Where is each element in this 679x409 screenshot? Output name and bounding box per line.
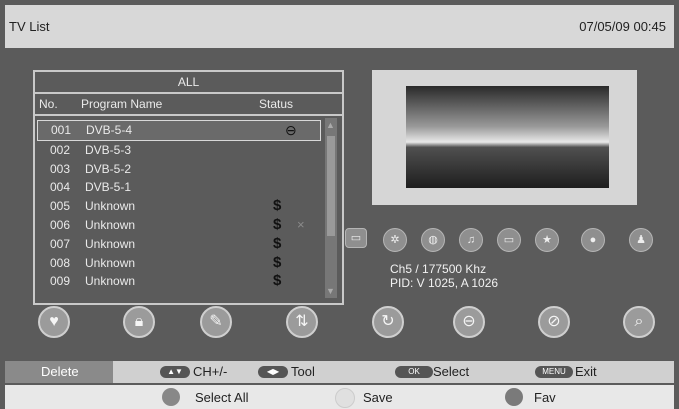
item-name: Unknown xyxy=(85,217,136,232)
skip-button[interactable]: ⊖ xyxy=(453,306,485,338)
select-all-label: Select All xyxy=(195,390,249,405)
scroll-down-icon[interactable]: ▼ xyxy=(326,286,335,296)
page-title: TV List xyxy=(9,19,50,34)
star-icon: ★ xyxy=(535,228,559,252)
scrambled-icon: $ xyxy=(273,215,282,233)
list-item[interactable]: 002 DVB-5-3 xyxy=(37,141,321,160)
footer-bar: Select All Save Fav xyxy=(5,385,674,409)
col-status: Status xyxy=(259,97,294,111)
film-icon: ✲ xyxy=(383,228,407,252)
pid-text: PID: V 1025, A 1026 xyxy=(390,276,499,290)
item-name: Unknown xyxy=(85,199,136,214)
title-bar: TV List 07/05/09 00:45 xyxy=(5,5,674,48)
scroll-thumb[interactable] xyxy=(327,136,335,236)
date-time: 07/05/09 00:45 xyxy=(579,19,666,34)
item-number: 005 xyxy=(50,199,71,214)
left-right-key-icon: ◀▶ xyxy=(258,366,288,378)
list-header: No. Program Name Status xyxy=(35,94,342,116)
scrambled-icon: $ xyxy=(273,272,282,290)
item-name: Unknown xyxy=(85,274,136,289)
skip-icon: ⊖ xyxy=(285,122,297,138)
tv-list-screen: TV List 07/05/09 00:45 ALL No. Program N… xyxy=(0,0,679,409)
scrambled-icon: $ xyxy=(273,197,282,215)
item-name: Unknown xyxy=(85,236,136,251)
lock-button[interactable]: 🔒︎ xyxy=(123,306,155,338)
col-name: Program Name xyxy=(81,97,163,111)
item-name: Unknown xyxy=(85,255,136,270)
col-no: No. xyxy=(39,97,58,111)
tool-label: Tool xyxy=(291,364,315,379)
scrambled-icon: $ xyxy=(273,234,282,252)
edit-button[interactable]: ✎ xyxy=(200,306,232,338)
delete-button[interactable]: ⊘ xyxy=(538,306,570,338)
item-number: 008 xyxy=(50,255,71,270)
yellow-key-icon[interactable] xyxy=(335,388,355,408)
list-item[interactable]: 009 Unknown $ xyxy=(37,272,321,291)
green-key-icon[interactable] xyxy=(162,388,180,406)
delete-mark-icon: × xyxy=(297,216,305,232)
delete-label: Delete xyxy=(5,361,113,383)
scrambled-icon: $ xyxy=(273,253,282,271)
sort-button[interactable]: ↻ xyxy=(372,306,404,338)
list-item[interactable]: 004 DVB-5-1 xyxy=(37,178,321,197)
select-label: Select xyxy=(433,364,470,379)
move-button[interactable]: ⇅ xyxy=(286,306,318,338)
blue-key-icon[interactable] xyxy=(505,388,523,406)
item-number: 006 xyxy=(50,217,71,232)
exit-label: Exit xyxy=(575,364,597,379)
list-item[interactable]: 007 Unknown $ xyxy=(37,235,321,254)
ok-key-icon: OK xyxy=(395,366,433,378)
program-list: ALL No. Program Name Status 001 DVB-5-4 … xyxy=(33,70,344,305)
preview-image xyxy=(406,86,609,188)
signal-info: Ch5 / 177500 Khz PID: V 1025, A 1026 xyxy=(390,262,498,290)
favorite-button[interactable]: ♥ xyxy=(38,306,70,338)
preview-window xyxy=(372,70,637,205)
list-scrollbar[interactable]: ▲ ▼ xyxy=(325,118,337,298)
list-item[interactable]: 001 DVB-5-4 ⊖ xyxy=(37,120,321,141)
item-name: DVB-5-3 xyxy=(85,142,132,157)
ch-label: CH+/- xyxy=(193,364,228,379)
item-number: 002 xyxy=(50,142,71,157)
save-label: Save xyxy=(363,390,393,405)
fav-label: Fav xyxy=(534,390,556,405)
item-name: DVB-5-2 xyxy=(85,161,132,176)
channel-type-icons: ▭ ✲ ◍ ♫ ▭ ★ ● ♟ xyxy=(345,228,665,254)
list-item[interactable]: 006 Unknown $ × xyxy=(37,216,321,235)
list-item[interactable]: 005 Unknown $ xyxy=(37,197,321,216)
globe-icon: ◍ xyxy=(421,228,445,252)
item-number: 009 xyxy=(50,274,71,289)
item-number: 003 xyxy=(50,161,71,176)
hint-bar: Delete ▲▼ CH+/- ◀▶ Tool OK Select MENU E… xyxy=(5,361,674,383)
user-icon: ♟ xyxy=(629,228,653,252)
search-button[interactable]: ⌕ xyxy=(623,306,655,338)
book-icon: ▭ xyxy=(345,228,367,248)
list-item[interactable]: 003 DVB-5-2 xyxy=(37,160,321,179)
frequency-text: Ch5 / 177500 Khz xyxy=(390,262,487,276)
menu-key-icon: MENU xyxy=(535,366,573,378)
up-down-key-icon: ▲▼ xyxy=(160,366,190,378)
item-name: DVB-5-1 xyxy=(85,180,132,195)
item-name: DVB-5-4 xyxy=(86,123,133,137)
list-category: ALL xyxy=(35,72,342,94)
item-number: 001 xyxy=(51,123,72,137)
person-icon: ● xyxy=(581,228,605,252)
item-number: 004 xyxy=(50,180,71,195)
music-icon: ♫ xyxy=(459,228,483,252)
tv-icon: ▭ xyxy=(497,228,521,252)
scroll-up-icon[interactable]: ▲ xyxy=(326,120,335,130)
item-number: 007 xyxy=(50,236,71,251)
list-rows: 001 DVB-5-4 ⊖ 002 DVB-5-3 003 DVB-5-2 00… xyxy=(37,120,321,291)
list-item[interactable]: 008 Unknown $ xyxy=(37,254,321,273)
